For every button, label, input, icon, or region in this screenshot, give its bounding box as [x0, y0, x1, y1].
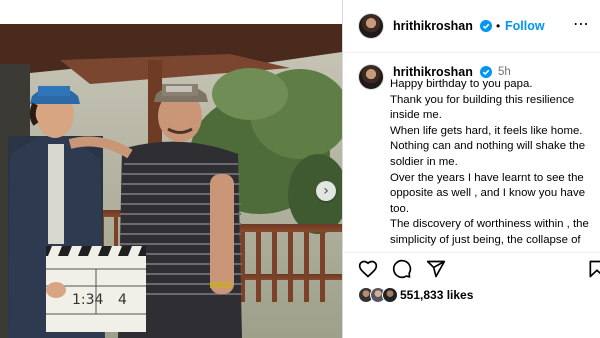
- post-header: hrithikroshan • Follow ⋯: [343, 0, 600, 53]
- chevron-right-icon: ›: [323, 183, 329, 199]
- share-icon[interactable]: [426, 259, 446, 279]
- heart-icon[interactable]: [358, 259, 378, 279]
- more-options-icon[interactable]: ⋯: [573, 14, 590, 33]
- clapperboard-scene: 1:34: [72, 292, 104, 308]
- bookmark-icon[interactable]: [587, 259, 600, 279]
- post-sidebar: hrithikroshan • Follow ⋯ hrithikroshan 5…: [343, 0, 600, 338]
- caption-line: Thank you for building this resilience i…: [390, 93, 575, 122]
- author-username[interactable]: hrithikroshan: [393, 19, 473, 33]
- author-avatar[interactable]: [358, 13, 384, 39]
- actions-divider: [343, 252, 600, 253]
- post-caption: Happy birthday to you papa. Thank you fo…: [390, 77, 598, 246]
- caption-line: Happy birthday to you papa.: [390, 78, 533, 90]
- verified-badge-icon: [480, 20, 492, 32]
- caption-line: When life gets hard, it feels like home.…: [390, 124, 586, 168]
- comment-icon[interactable]: [392, 259, 412, 279]
- caption-line: Over the years I have learnt to see the …: [390, 171, 586, 215]
- post-photo: 1:34 4: [0, 24, 342, 338]
- header-separator: •: [496, 19, 501, 33]
- next-photo-button[interactable]: ›: [316, 181, 336, 201]
- avatar: [382, 287, 398, 303]
- caption-avatar[interactable]: [358, 64, 384, 90]
- likes-count[interactable]: 551,833 likes: [400, 288, 473, 302]
- post-media[interactable]: 1:34 4 ›: [0, 0, 342, 338]
- caption-line: The discovery of worthiness within , the…: [390, 218, 589, 246]
- follow-button[interactable]: Follow: [505, 19, 545, 33]
- clapperboard-take: 4: [118, 292, 127, 308]
